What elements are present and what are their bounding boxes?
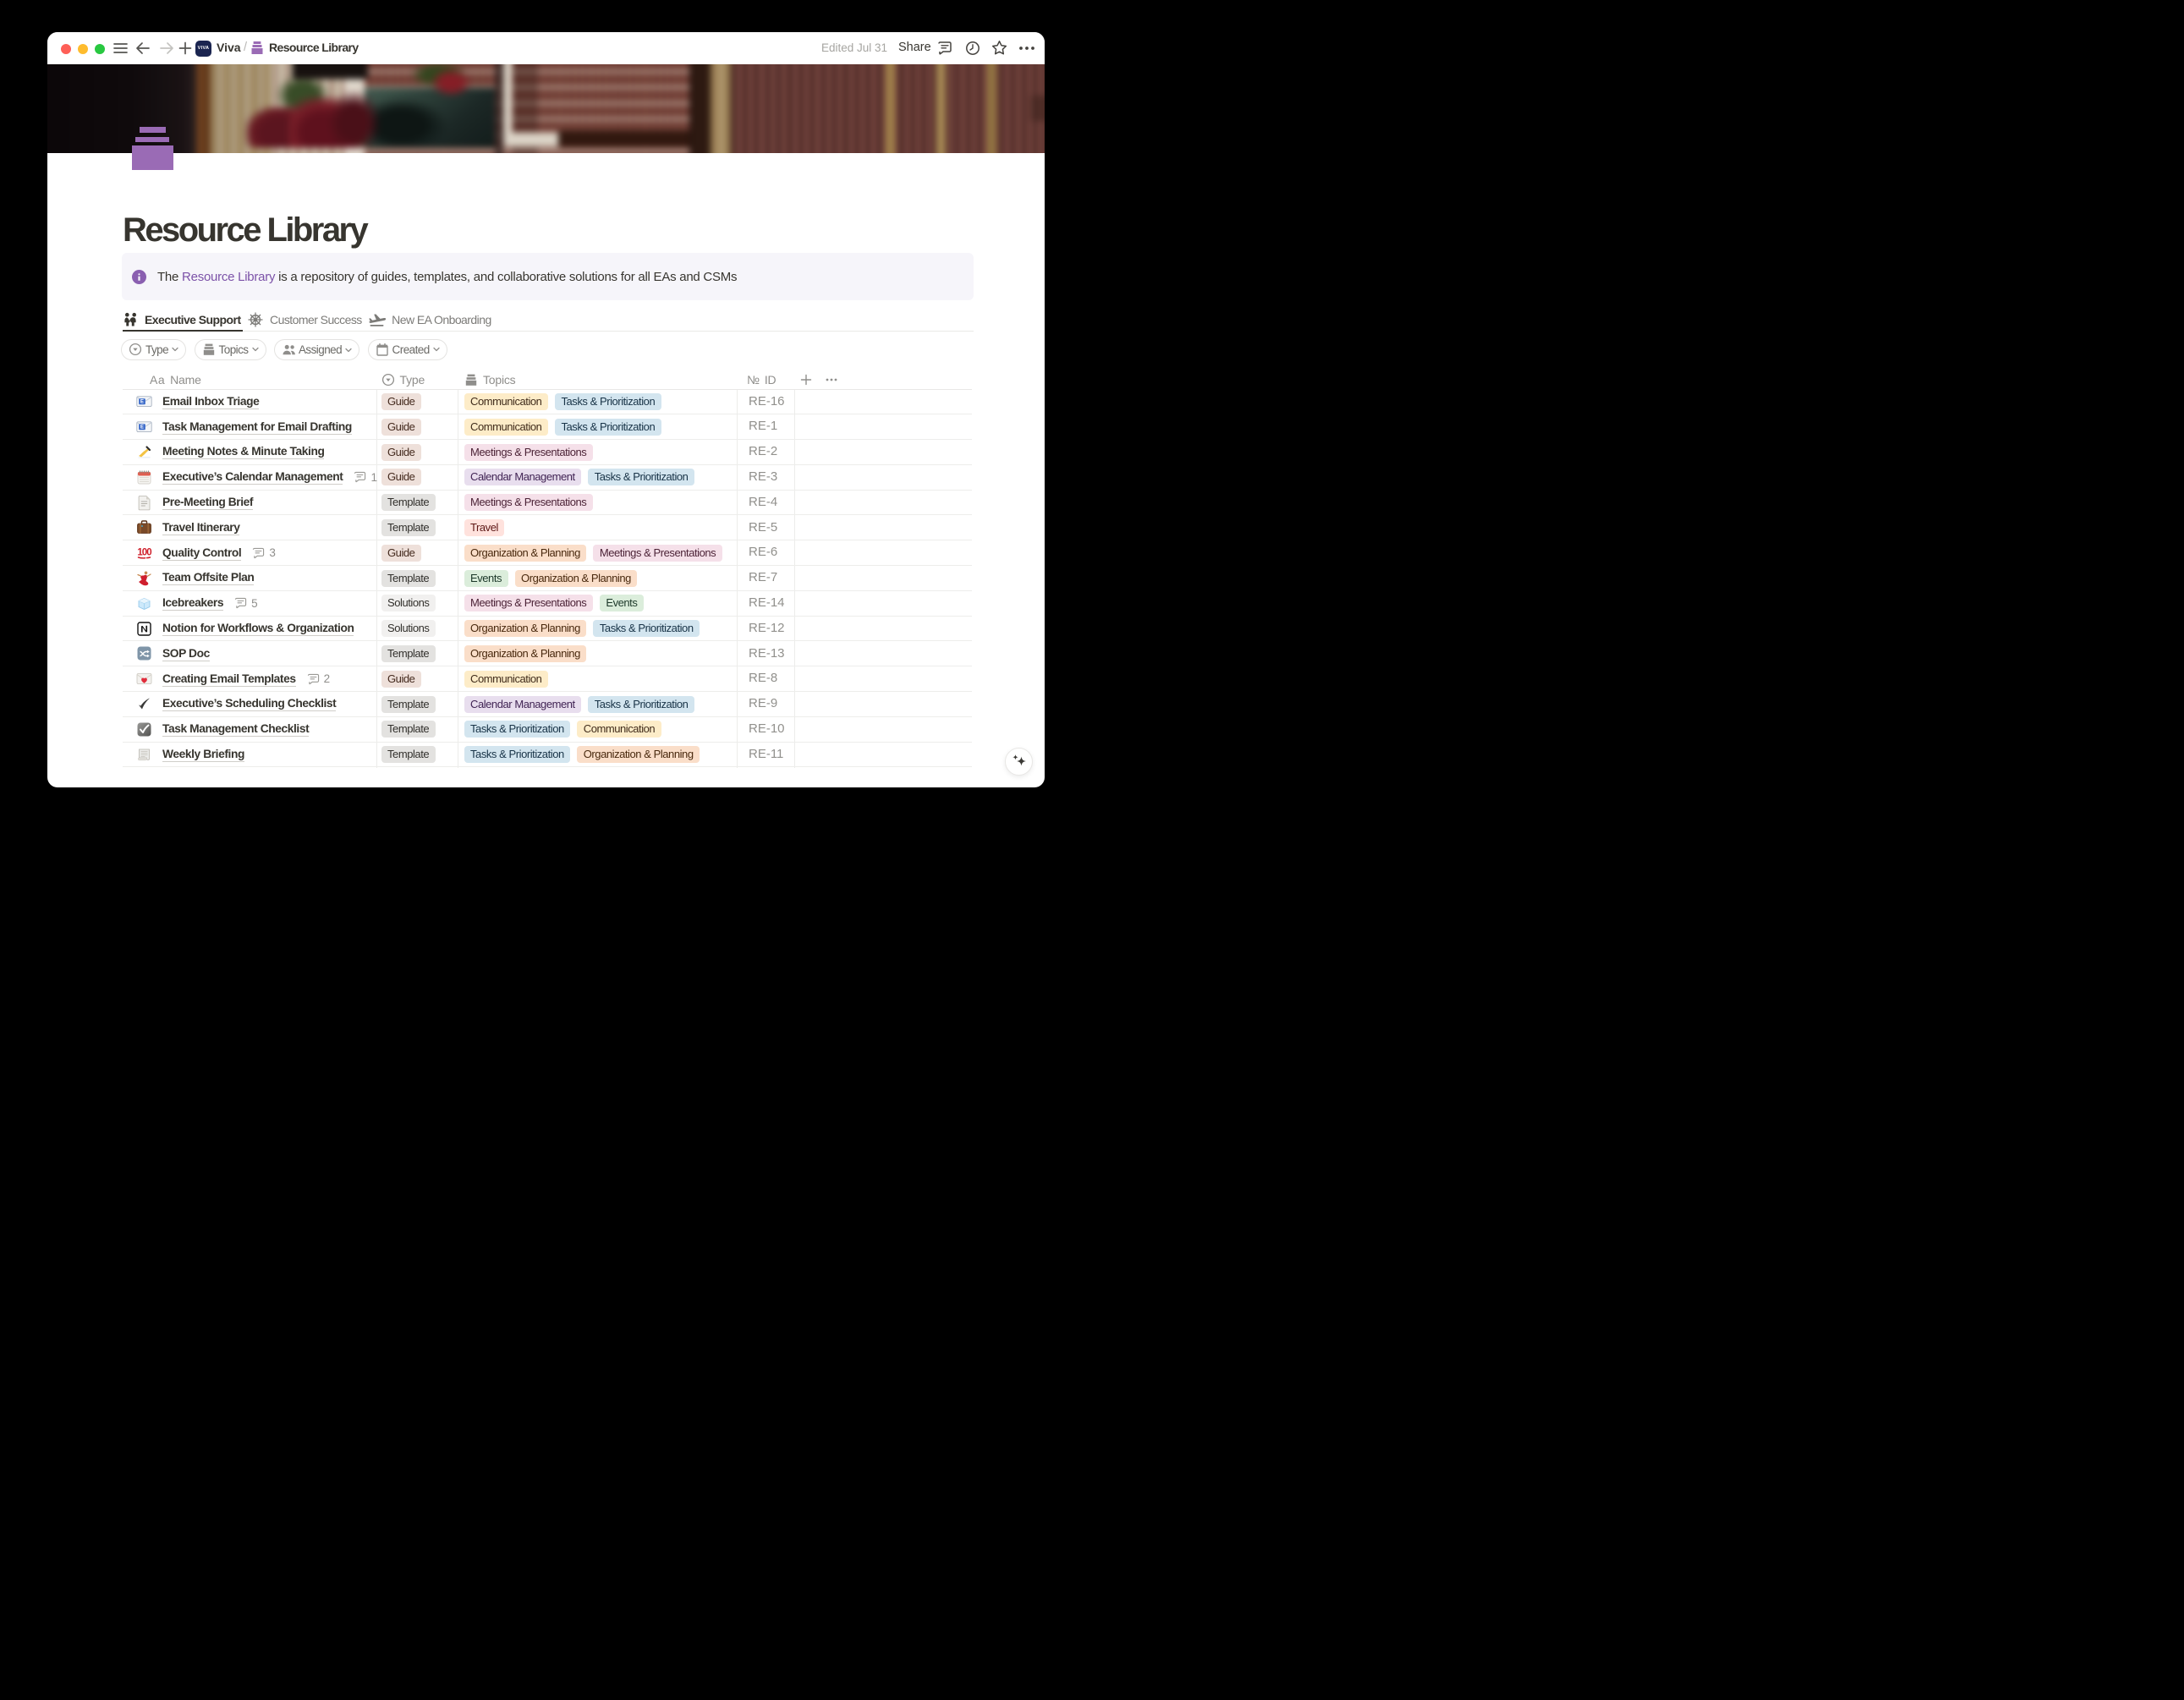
svg-text:100: 100 (137, 548, 151, 558)
svg-text:E: E (140, 399, 144, 405)
svg-text:E: E (140, 425, 144, 430)
